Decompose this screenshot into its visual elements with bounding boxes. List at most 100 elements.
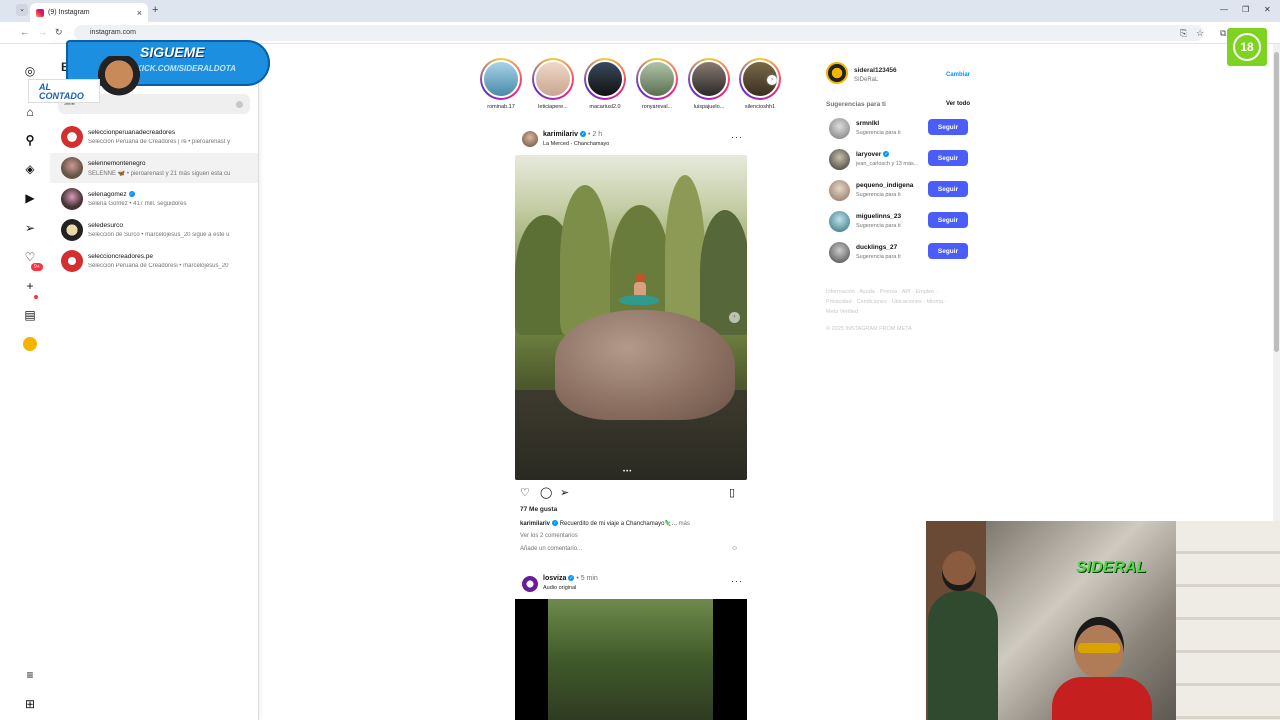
- install-app-icon[interactable]: ⎘: [1180, 28, 1187, 39]
- explore-icon[interactable]: ◈: [23, 162, 37, 176]
- suggestion-item: miguelinns_23 Sugerencia para ti Seguir: [826, 209, 971, 235]
- browser-tab-bar: ⌄ (9) Instagram × + — ❐ ✕: [0, 0, 1280, 22]
- suggestion-username[interactable]: pequeno_indigena: [856, 182, 913, 189]
- reload-icon[interactable]: ↻: [55, 27, 63, 38]
- badge-line2: CONTADO: [39, 91, 84, 101]
- post-options-icon[interactable]: ···: [731, 132, 743, 142]
- my-avatar[interactable]: [826, 62, 848, 84]
- result-username: seledesurco: [88, 222, 124, 229]
- result-username: selennemontenegro: [88, 160, 146, 167]
- search-result[interactable]: seledesurco Selección de Surco • marcelo…: [50, 215, 258, 245]
- suggestion-username[interactable]: srmnlkl: [856, 120, 879, 127]
- save-bookmark-icon[interactable]: ▯: [729, 486, 735, 499]
- post-audio[interactable]: Audio original: [543, 585, 576, 591]
- suggestion-username[interactable]: ducklings_27: [856, 244, 897, 251]
- view-comments-link[interactable]: Ver los 2 comentarios: [520, 533, 578, 539]
- result-avatar: [61, 250, 83, 272]
- minimize-icon[interactable]: —: [1220, 5, 1228, 14]
- tab-search-icon[interactable]: ⌄: [16, 4, 28, 16]
- age-rating-badge: 18: [1227, 28, 1267, 66]
- bookmark-star-icon[interactable]: ☆: [1196, 28, 1204, 39]
- see-all-link[interactable]: Ver todo: [946, 101, 970, 107]
- story-item[interactable]: ronyareval...: [636, 58, 678, 110]
- my-username[interactable]: sideral123456: [854, 67, 897, 74]
- back-icon[interactable]: ←: [20, 27, 29, 37]
- story-item[interactable]: macariusl2.0: [584, 58, 626, 110]
- verified-badge-icon: ✓: [568, 575, 575, 582]
- post-username[interactable]: losviza ✓ • 5 min: [543, 575, 598, 582]
- dashboard-icon[interactable]: ▤: [23, 308, 37, 322]
- suggestion-subtitle: Sugerencia para ti: [856, 192, 901, 198]
- search-result[interactable]: selenagomez ✓ Selena Gomez • 417 mill. se…: [50, 184, 258, 214]
- add-comment-field[interactable]: Añade un comentario...: [520, 546, 582, 552]
- instagram-logo-icon[interactable]: ◎: [23, 64, 37, 78]
- emoji-icon[interactable]: ☺: [731, 545, 738, 552]
- result-description: Selección Peruana de Creadoresi • marcel…: [88, 263, 229, 269]
- footer-links[interactable]: Información · Ayuda · Prensa · API · Emp…: [826, 287, 956, 317]
- story-item[interactable]: rominab.17: [480, 58, 522, 110]
- post-avatar[interactable]: [522, 576, 538, 592]
- suggestion-avatar[interactable]: [829, 211, 850, 232]
- share-icon[interactable]: ➢: [560, 486, 569, 499]
- post-username[interactable]: karimilariv ✓ • 2 h: [543, 131, 602, 138]
- suggestion-subtitle: Sugerencia para ti: [856, 130, 901, 136]
- new-tab-button[interactable]: +: [152, 4, 158, 16]
- like-count[interactable]: 77 Me gusta: [520, 506, 557, 513]
- follow-button[interactable]: Seguir: [928, 181, 968, 197]
- suggestion-avatar[interactable]: [829, 149, 850, 170]
- forward-icon[interactable]: →: [38, 27, 47, 37]
- suggestion-avatar[interactable]: [829, 118, 850, 139]
- reels-icon[interactable]: ▶: [23, 191, 37, 205]
- verified-badge-icon: ✓: [552, 520, 559, 527]
- follow-button[interactable]: Seguir: [928, 150, 968, 166]
- like-icon[interactable]: ♡: [520, 486, 530, 499]
- restore-icon[interactable]: ❐: [1242, 5, 1249, 14]
- suggestion-username[interactable]: laryover ✓: [856, 151, 890, 158]
- stories-next-icon[interactable]: ›: [767, 75, 777, 85]
- browser-tab[interactable]: (9) Instagram ×: [30, 3, 148, 22]
- apps-grid-icon[interactable]: ⊞: [23, 697, 37, 711]
- post-image[interactable]: [515, 155, 747, 480]
- person-streamer: [1052, 617, 1152, 720]
- my-display-name: SIDeRaL: [854, 77, 879, 83]
- follow-button[interactable]: Seguir: [928, 212, 968, 228]
- caption-more-link[interactable]: más: [679, 521, 690, 527]
- comment-icon[interactable]: ◯: [540, 486, 552, 499]
- url-field[interactable]: instagram.com: [74, 25, 1204, 41]
- result-description: Selena Gomez • 417 mill. seguidores: [88, 201, 187, 207]
- suggestion-username[interactable]: miguelinns_23: [856, 213, 901, 220]
- story-item[interactable]: leticiapere...: [532, 58, 574, 110]
- close-window-icon[interactable]: ✕: [1264, 5, 1271, 14]
- story-username: rominab.17: [487, 104, 515, 110]
- story-item[interactable]: luispajuelo...: [688, 58, 730, 110]
- search-icon[interactable]: ⚲: [23, 133, 37, 147]
- search-result[interactable]: selennemontenegro SELENNE 🦋 • pieroarena…: [50, 153, 258, 183]
- messages-icon[interactable]: ➢: [23, 221, 37, 235]
- banner-title: SIGUEME: [140, 44, 205, 60]
- more-menu-icon[interactable]: ≡: [23, 668, 37, 682]
- post-video[interactable]: [515, 599, 747, 720]
- post-options-icon[interactable]: ···: [731, 576, 743, 586]
- search-result[interactable]: seleccionperuanadecreadores Selección Pe…: [50, 122, 258, 152]
- search-result[interactable]: seleccioncreadores.pe Selección Peruana …: [50, 246, 258, 276]
- result-username: seleccioncreadores.pe: [88, 253, 154, 260]
- suggestion-avatar[interactable]: [829, 242, 850, 263]
- al-contado-badge: AL CONTADO: [28, 79, 100, 103]
- follow-button[interactable]: Seguir: [928, 243, 968, 259]
- suggestion-avatar[interactable]: [829, 180, 850, 201]
- create-icon[interactable]: +: [23, 279, 37, 293]
- follow-button[interactable]: Seguir: [928, 119, 968, 135]
- switch-account-link[interactable]: Cambiar: [946, 72, 970, 78]
- post-location[interactable]: La Merced - Chanchamayo: [543, 141, 609, 147]
- extensions-icon[interactable]: ⧉: [1220, 28, 1226, 39]
- heart-icon[interactable]: ♡: [23, 250, 37, 264]
- post-time: • 2 h: [587, 131, 603, 138]
- post-avatar[interactable]: [522, 131, 538, 147]
- caption-username[interactable]: karimilariv: [520, 521, 550, 527]
- carousel-next-icon[interactable]: ›: [729, 312, 740, 323]
- clear-search-icon[interactable]: [236, 101, 243, 108]
- home-icon[interactable]: ⌂: [23, 105, 37, 119]
- tab-close-icon[interactable]: ×: [137, 8, 142, 18]
- profile-avatar[interactable]: [23, 337, 37, 351]
- scrollbar-thumb[interactable]: [1274, 52, 1279, 352]
